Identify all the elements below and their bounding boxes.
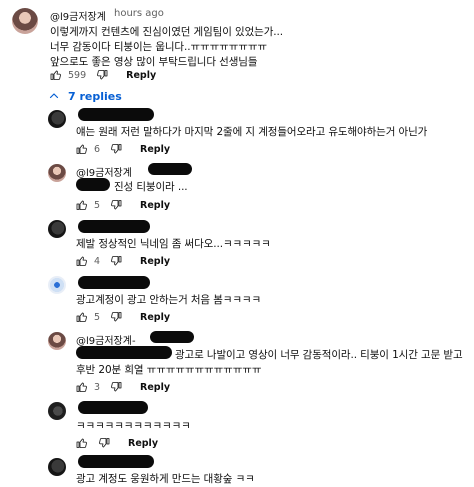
reply-button[interactable]: Reply (140, 312, 170, 323)
comment-text-line: 앞으로도 좋은 영상 많이 부탁드립니다 선생님들 (50, 56, 258, 68)
thumbs-up-icon[interactable] (76, 311, 88, 323)
reply-actions: 5 Reply (76, 310, 170, 324)
reply-text-line: 진성 티붕이라 ... (114, 181, 188, 193)
reply-author[interactable]: @l9금저장계 (76, 164, 132, 179)
redacted-username (78, 401, 148, 414)
redacted-username (78, 276, 150, 289)
reply-author[interactable]: @l9금저장계- (76, 332, 136, 347)
like-count: 4 (94, 255, 101, 267)
comment-text-line: 이렇게까지 컨텐츠에 진심이였던 게임팀이 있었는가... (50, 26, 283, 38)
comment-text-line: 너무 감동이다 티붕이는 웁니다..ㅠㅠㅠㅠㅠㅠㅠㅠ (50, 41, 267, 53)
replies-toggle-label: 7 replies (68, 89, 122, 103)
reply-text-line: 얘는 원래 저런 말하다가 마지막 2줄에 지 계정들어오라고 유도해야하는거 … (76, 126, 428, 138)
thumbs-down-icon[interactable] (110, 311, 122, 323)
thumbs-up-icon[interactable] (50, 69, 62, 81)
avatar[interactable] (12, 8, 38, 34)
thumbs-up-icon[interactable] (76, 199, 88, 211)
redacted-mention (76, 178, 110, 191)
redacted-username (150, 331, 194, 343)
like-count: 5 (94, 199, 101, 211)
avatar[interactable] (48, 458, 66, 476)
reply-button[interactable]: Reply (126, 70, 156, 81)
chevron-up-icon (49, 93, 59, 99)
redacted-username (148, 163, 192, 175)
redacted-username (78, 220, 150, 233)
avatar[interactable] (48, 332, 66, 350)
like-count: 6 (94, 143, 101, 155)
replies-toggle[interactable]: 7 replies (48, 88, 122, 104)
reply-button[interactable]: Reply (140, 256, 170, 267)
comment-time: hours ago (114, 8, 164, 19)
reply-actions: 4 Reply (76, 254, 170, 268)
reply-actions: 3 Reply (76, 380, 170, 394)
thumbs-down-icon[interactable] (110, 143, 122, 155)
reply-text-line: 광고 계정도 웅원하게 만드는 대황숲 ㅋㅋ (76, 473, 255, 485)
reply-actions: 6 Reply (76, 142, 170, 156)
avatar[interactable] (48, 110, 66, 128)
reply-text-line: 제발 정상적인 닉네임 좀 써다오...ㅋㅋㅋㅋㅋ (76, 238, 271, 250)
reply-button[interactable]: Reply (128, 438, 158, 449)
redacted-username (78, 455, 154, 468)
thumbs-up-icon[interactable] (76, 143, 88, 155)
like-count: 5 (94, 311, 101, 323)
comment-author[interactable]: @l9금저장계 (50, 8, 106, 23)
thumbs-down-icon[interactable] (110, 381, 122, 393)
reply-button[interactable]: Reply (140, 382, 170, 393)
reply-button[interactable]: Reply (140, 144, 170, 155)
thumbs-down-icon[interactable] (110, 255, 122, 267)
avatar[interactable] (48, 164, 66, 182)
reply-button[interactable]: Reply (140, 200, 170, 211)
avatar[interactable] (48, 276, 66, 294)
reply-text-line: ㅋㅋㅋㅋㅋㅋㅋㅋㅋㅋㅋㅋ (76, 420, 191, 432)
reply-text-line: 광고계정이 광고 안하는거 처음 봄ㅋㅋㅋㅋ (76, 294, 262, 306)
avatar[interactable] (48, 220, 66, 238)
comment-actions: 599 Reply (50, 68, 156, 82)
thumbs-down-icon[interactable] (110, 199, 122, 211)
thumbs-up-icon[interactable] (76, 437, 88, 449)
thumbs-up-icon[interactable] (76, 255, 88, 267)
avatar[interactable] (48, 402, 66, 420)
thumbs-down-icon[interactable] (98, 437, 110, 449)
thumbs-up-icon[interactable] (76, 381, 88, 393)
reply-text-line: 후반 20분 희열 ㅠㅠㅠㅠㅠㅠㅠㅠㅠㅠㅠㅠ (76, 364, 262, 376)
redacted-username (78, 108, 154, 121)
like-count: 599 (68, 69, 87, 81)
reply-actions: 5 Reply (76, 198, 170, 212)
redacted-mention (76, 346, 172, 359)
like-count: 3 (94, 381, 101, 393)
reply-text-line: 광고로 나발이고 영상이 너무 감동적이라.. 티붕이 1시간 고문 받고 (175, 349, 463, 361)
reply-actions: Reply (76, 436, 158, 450)
thumbs-down-icon[interactable] (96, 69, 108, 81)
